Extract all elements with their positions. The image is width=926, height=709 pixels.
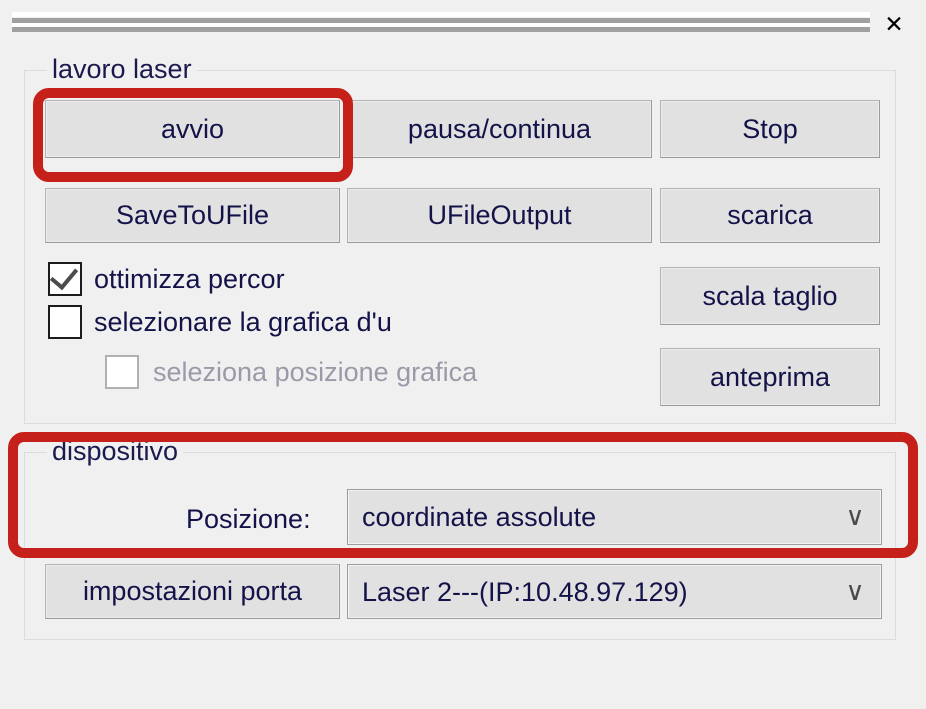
select-graphic-label: selezionare la grafica d'u (94, 307, 392, 337)
select-graphic-checkbox[interactable]: selezionare la grafica d'u (48, 305, 392, 339)
ufile-output-button[interactable]: UFileOutput (347, 188, 652, 243)
position-mode-select[interactable]: coordinate assolute ∨ (347, 489, 882, 545)
optimize-path-checkbox[interactable]: ottimizza percor (48, 260, 285, 296)
close-icon[interactable]: ✕ (880, 11, 908, 39)
port-settings-button[interactable]: impostazioni porta (45, 564, 340, 619)
checkbox-box-disabled (105, 355, 139, 389)
laser-device-select[interactable]: Laser 2---(IP:10.48.97.129) ∨ (347, 564, 882, 619)
pause-continue-button[interactable]: pausa/continua (347, 100, 652, 158)
chevron-down-icon[interactable]: ∨ (829, 576, 881, 608)
window-splitter-bar[interactable] (12, 12, 870, 34)
start-button[interactable]: avvio (45, 100, 340, 158)
device-group-title: dispositivo (47, 435, 184, 467)
position-label: Posizione: (186, 504, 311, 534)
checkbox-box-unchecked[interactable] (48, 305, 82, 339)
laser-job-group-title: lavoro laser (47, 53, 197, 85)
preview-button[interactable]: anteprima (660, 348, 880, 406)
splitter-line-shadow-bottom (12, 27, 870, 32)
laser-device-value: Laser 2---(IP:10.48.97.129) (362, 576, 688, 607)
splitter-line-highlight-top (12, 12, 870, 17)
stop-button[interactable]: Stop (660, 100, 880, 158)
chevron-down-icon[interactable]: ∨ (829, 501, 881, 533)
save-to-ufile-button[interactable]: SaveToUFile (45, 188, 340, 243)
checkbox-box-checked[interactable] (48, 260, 82, 296)
select-graphic-position-checkbox: seleziona posizione grafica (105, 355, 477, 389)
cut-scale-button[interactable]: scala taglio (660, 267, 880, 325)
select-graphic-position-label: seleziona posizione grafica (153, 357, 478, 387)
position-mode-value: coordinate assolute (362, 502, 597, 532)
download-button[interactable]: scarica (660, 188, 880, 243)
optimize-path-label: ottimizza percor (94, 264, 285, 294)
checkmark-icon (49, 260, 79, 291)
